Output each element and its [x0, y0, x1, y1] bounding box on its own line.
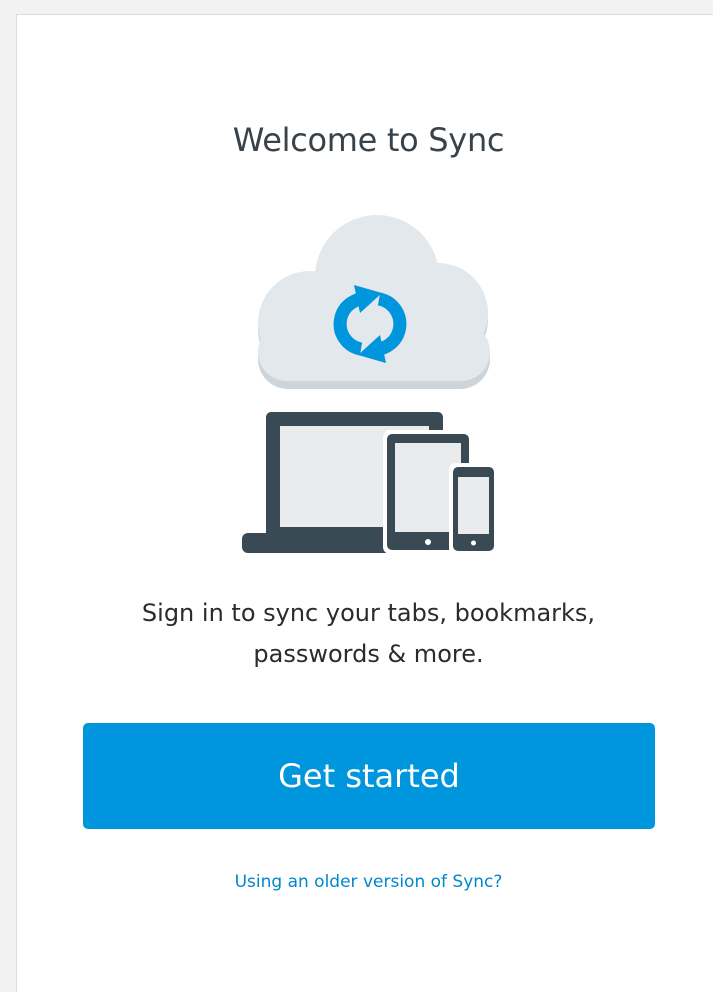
sync-illustration — [242, 215, 498, 555]
phone-icon — [449, 463, 498, 555]
description-line-1: Sign in to sync your tabs, bookmarks, — [141, 599, 596, 627]
cloud-icon — [258, 215, 490, 389]
page-title: Welcome to Sync — [232, 121, 505, 159]
older-version-link[interactable]: Using an older version of Sync? — [17, 872, 713, 892]
sync-description: Sign in to sync your tabs, bookmarks, pa… — [57, 593, 680, 675]
sync-welcome-panel: Welcome to Sync Sign in to sync your tab… — [16, 14, 713, 992]
get-started-button[interactable]: Get started — [83, 723, 655, 829]
description-line-2: passwords & more. — [253, 640, 484, 668]
